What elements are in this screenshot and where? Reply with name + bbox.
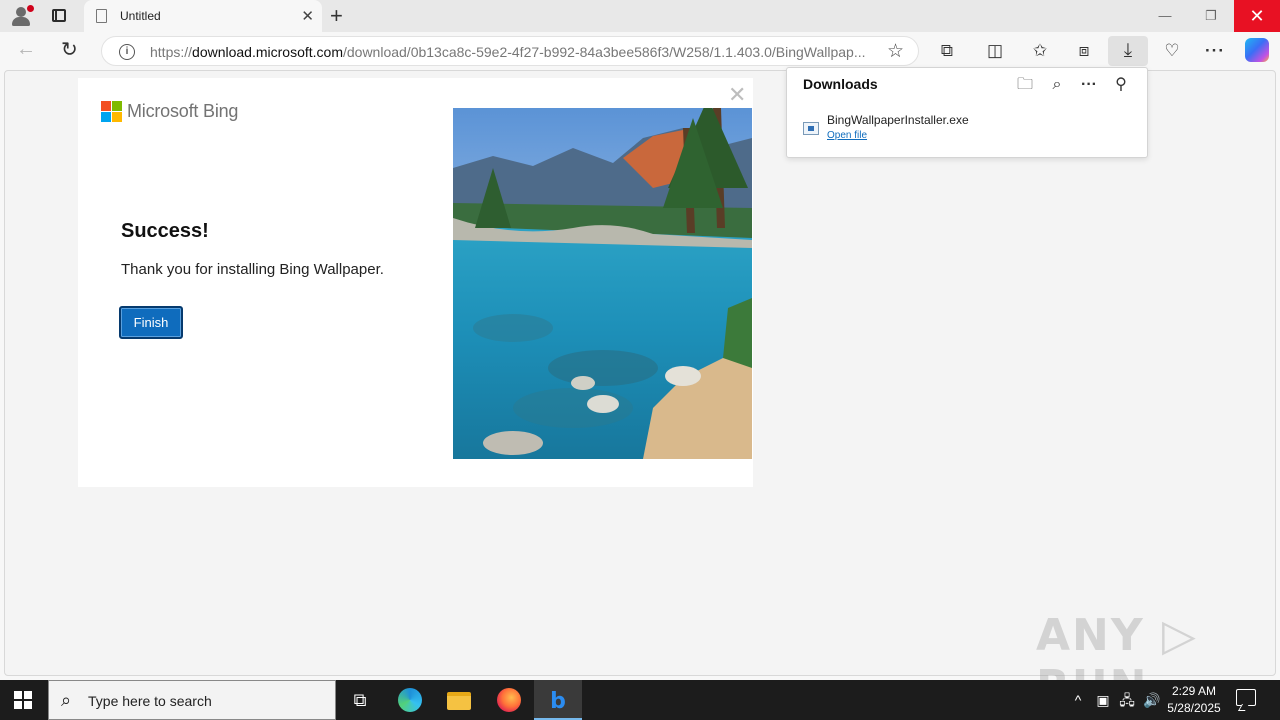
url-domain: download.microsoft.com	[192, 44, 343, 60]
lake-landscape-image	[453, 108, 752, 459]
notification-center-icon[interactable]	[1236, 689, 1256, 706]
volume-icon[interactable]: 🔊	[1141, 680, 1163, 720]
site-info-icon[interactable]: i	[119, 44, 135, 60]
favorites-icon[interactable]: ✩	[1028, 39, 1052, 63]
success-heading: Success!	[121, 220, 209, 242]
microsoft-logo-icon	[101, 101, 122, 122]
refresh-button[interactable]: ↻	[61, 37, 78, 62]
brand-name: Microsoft Bing	[127, 101, 239, 121]
clock-date: 5/28/2025	[1167, 701, 1221, 715]
restore-button[interactable]: ❐	[1188, 0, 1234, 32]
search-icon: ⌕	[61, 690, 72, 710]
browser-essentials-icon[interactable]: ♡	[1160, 39, 1184, 63]
network-icon[interactable]: 🖧	[1116, 680, 1138, 720]
downloads-icon[interactable]: ⤓	[1108, 36, 1148, 66]
new-tab-button[interactable]: +	[330, 3, 343, 29]
dialog-close-icon[interactable]: ✕	[728, 82, 746, 108]
taskbar-search-box[interactable]: ⌕ Type here to search	[48, 680, 336, 720]
pin-icon[interactable]: ⚲	[1111, 75, 1131, 95]
bing-wallpaper-icon[interactable]: b	[534, 680, 582, 720]
downloads-more-icon[interactable]: ···	[1079, 75, 1099, 95]
windows-start-icon[interactable]	[14, 691, 32, 709]
success-message: Thank you for installing Bing Wallpaper.	[121, 261, 384, 278]
tab-untitled[interactable]: Untitled ✕	[84, 0, 322, 32]
downloads-panel: Downloads 🗀 ⌕ ··· ⚲ BingWallpaperInstall…	[786, 67, 1148, 158]
more-icon[interactable]: ···	[1203, 39, 1227, 63]
collections-icon[interactable]: ⧈	[1072, 39, 1096, 63]
show-hidden-icons-icon[interactable]: ^	[1068, 680, 1088, 720]
browser-title-bar: Untitled ✕ + — ❐ ✕	[0, 0, 1280, 32]
clock-time: 2:29 AM	[1171, 684, 1217, 698]
tab-actions-icon[interactable]	[50, 7, 68, 25]
tab-close-icon[interactable]: ✕	[301, 7, 314, 25]
open-file-link[interactable]: Open file	[827, 130, 867, 141]
search-placeholder: Type here to search	[88, 693, 212, 709]
meet-now-icon[interactable]: ▣	[1093, 680, 1113, 720]
address-bar[interactable]: i https://download.microsoft.com/downloa…	[101, 36, 919, 66]
system-clock[interactable]: 2:29 AM 5/28/2025	[1166, 683, 1222, 717]
tab-title: Untitled	[120, 9, 161, 23]
firefox-icon[interactable]	[485, 684, 533, 720]
installer-dialog: Microsoft Bing ✕ Success! Thank you for …	[78, 78, 753, 487]
url-path: /download/0b13ca8c-59e2-4f27-b992-84a3be…	[342, 44, 866, 60]
finish-button[interactable]: Finish	[119, 306, 183, 339]
url-prefix: https://	[150, 44, 193, 60]
exe-file-icon	[803, 122, 819, 135]
url-text[interactable]: https://download.microsoft.com/download/…	[150, 44, 880, 60]
windows-taskbar: ⌕ Type here to search ⧉ b ^ ▣ 🖧 🔊 2:29 A…	[0, 680, 1280, 720]
open-folder-icon[interactable]: 🗀	[1015, 75, 1035, 95]
download-filename[interactable]: BingWallpaperInstaller.exe	[827, 113, 969, 127]
search-downloads-icon[interactable]: ⌕	[1047, 75, 1067, 95]
edge-browser-icon[interactable]	[386, 684, 434, 720]
back-button[interactable]: ←	[16, 38, 36, 61]
page-icon	[96, 9, 107, 23]
file-explorer-icon[interactable]	[435, 684, 483, 720]
window-close-button[interactable]: ✕	[1234, 0, 1280, 32]
profile-avatar-icon[interactable]	[10, 5, 34, 27]
task-view-icon[interactable]: ⧉	[336, 684, 384, 720]
split-screen-icon[interactable]: ◫	[983, 39, 1007, 63]
downloads-title: Downloads	[803, 76, 878, 92]
copilot-icon[interactable]	[1245, 38, 1269, 62]
extensions-icon[interactable]: ⧉	[935, 39, 959, 63]
favorite-star-icon[interactable]: ☆	[887, 40, 904, 63]
browser-toolbar: ← ↻ i https://download.microsoft.com/dow…	[0, 32, 1280, 70]
minimize-button[interactable]: —	[1142, 0, 1188, 32]
